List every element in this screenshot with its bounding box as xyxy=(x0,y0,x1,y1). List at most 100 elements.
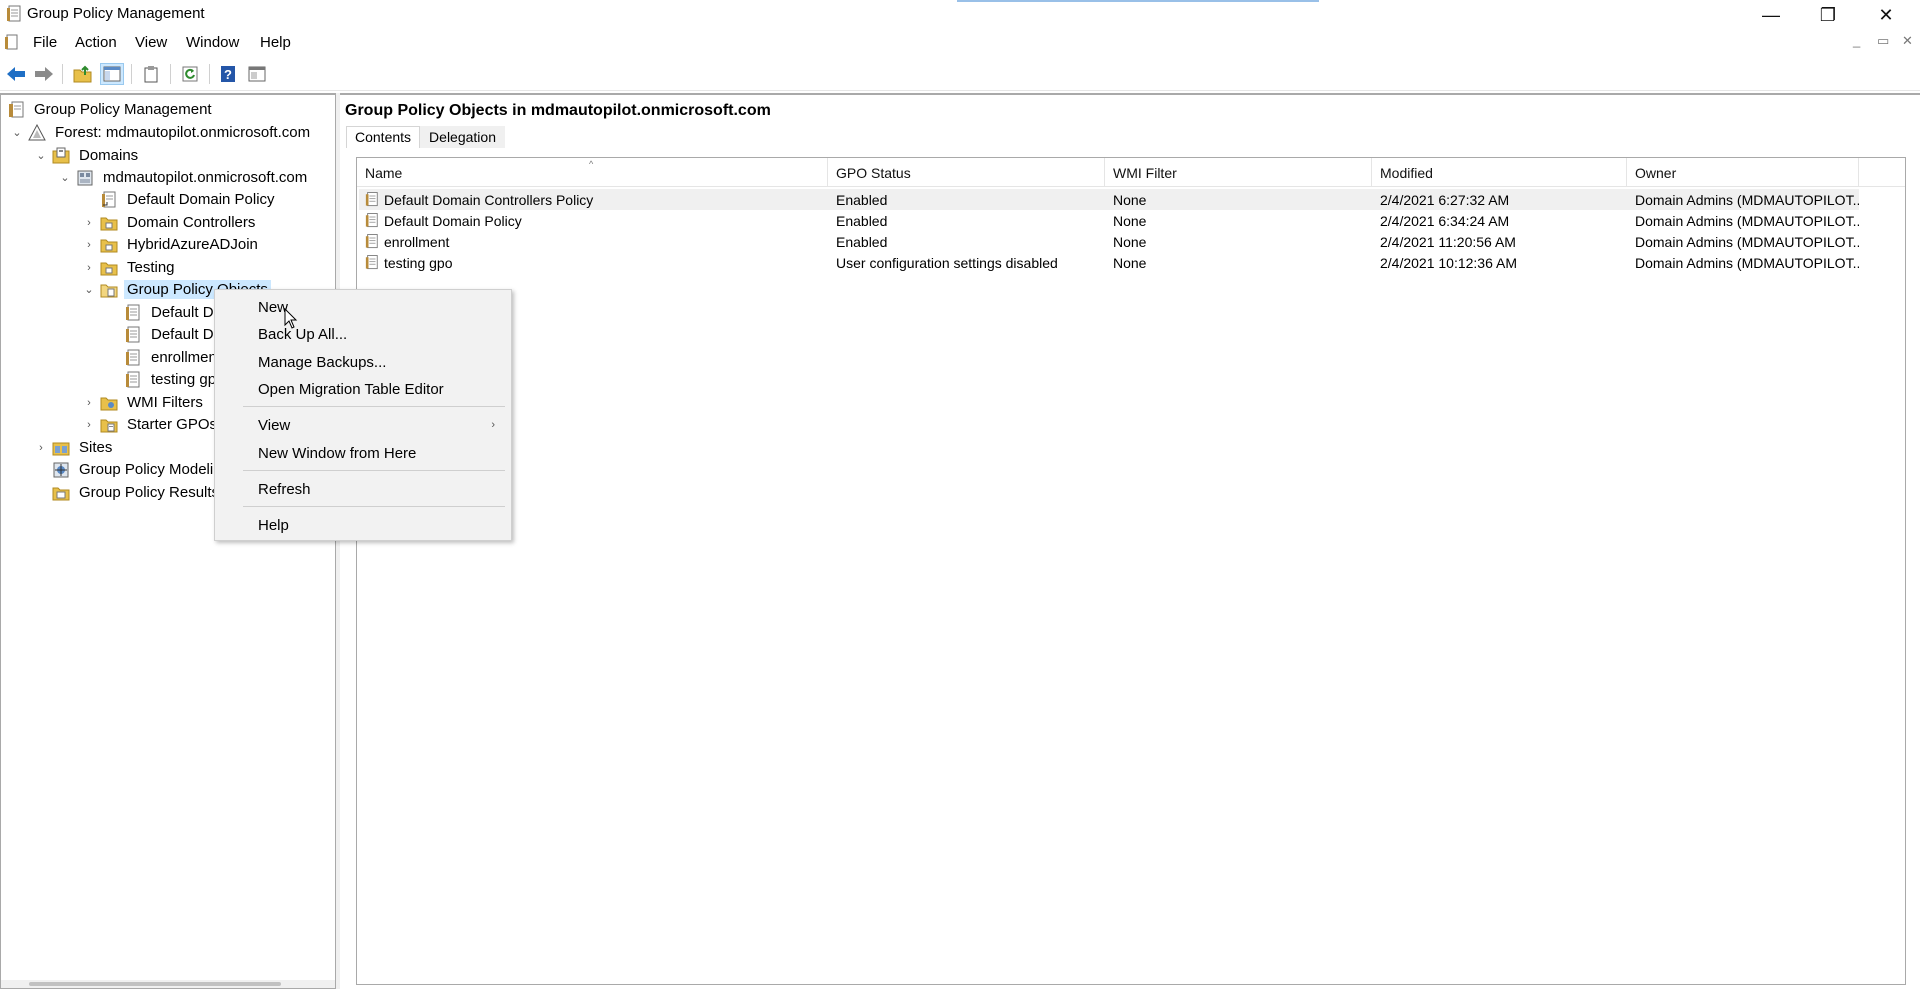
tree-item-domain-controllers[interactable]: Domain Controllers xyxy=(100,212,258,233)
context-menu-refresh[interactable]: Refresh xyxy=(215,476,511,502)
sort-ascending-icon: ^ xyxy=(589,159,594,169)
table-row[interactable]: enrollment Enabled None 2/4/2021 11:20:5… xyxy=(359,231,1859,252)
context-menu-new-window-from-here[interactable]: New Window from Here xyxy=(215,440,511,466)
context-menu-manage-backups[interactable]: Manage Backups... xyxy=(215,349,511,375)
tree-item-starter-gpos[interactable]: Starter GPOs xyxy=(100,414,220,435)
tree-label: Forest: mdmautopilot.onmicrosoft.com xyxy=(55,124,311,141)
tree-item-forest[interactable]: Forest: mdmautopilot.onmicrosoft.com xyxy=(28,122,313,143)
tree-item-gp-modeling[interactable]: Group Policy Modeling xyxy=(52,459,233,480)
context-menu-help[interactable]: Help xyxy=(215,512,511,538)
tree-horizontal-scrollbar[interactable] xyxy=(1,980,335,988)
tab-contents[interactable]: Contents xyxy=(346,126,421,148)
table-row[interactable]: testing gpo User configuration settings … xyxy=(359,252,1859,273)
mdi-minimize-button[interactable]: _ xyxy=(1853,33,1860,48)
collapse-chevron-icon[interactable]: ⌄ xyxy=(11,122,23,143)
menu-view[interactable]: View xyxy=(133,34,169,51)
tree-item-testing[interactable]: Testing xyxy=(100,257,178,278)
console-window-button[interactable] xyxy=(245,63,269,85)
tree-item-sites[interactable]: Sites xyxy=(52,437,115,458)
mdi-restore-button[interactable]: ▭ xyxy=(1877,33,1889,49)
toolbar-separator xyxy=(209,64,210,84)
tree-item-domain[interactable]: mdmautopilot.onmicrosoft.com xyxy=(76,167,310,188)
gpo-link-icon xyxy=(100,191,118,209)
expand-chevron-icon[interactable]: › xyxy=(83,392,95,413)
gpo-icon xyxy=(365,192,378,207)
mdi-close-button[interactable]: ✕ xyxy=(1902,33,1913,49)
expand-chevron-icon[interactable]: › xyxy=(83,234,95,255)
collapse-chevron-icon[interactable]: ⌄ xyxy=(83,279,95,300)
menu-bar: File Action View Window Help _ ▭ ✕ xyxy=(0,30,1920,56)
menu-file[interactable]: File xyxy=(31,34,59,51)
expand-chevron-icon[interactable]: › xyxy=(35,437,47,458)
gpo-list-view: Name ^ GPO Status WMI Filter Modified Ow… xyxy=(356,157,1906,985)
menu-action[interactable]: Action xyxy=(73,34,119,51)
tree-item-wmi-filters[interactable]: WMI Filters xyxy=(100,392,206,413)
ou-folder-icon xyxy=(100,214,118,232)
gpo-icon xyxy=(124,371,142,389)
close-button[interactable]: ✕ xyxy=(1858,0,1914,30)
tree-item-gpo[interactable]: enrollment xyxy=(124,347,224,368)
collapse-chevron-icon[interactable]: ⌄ xyxy=(59,167,71,188)
context-menu-separator xyxy=(243,406,505,407)
back-button[interactable] xyxy=(4,63,28,85)
refresh-icon xyxy=(182,66,198,82)
toolbar-separator xyxy=(170,64,171,84)
cell-modified: 2/4/2021 11:20:56 AM xyxy=(1380,233,1516,250)
tab-delegation[interactable]: Delegation xyxy=(420,126,505,148)
column-header-gpo-status[interactable]: GPO Status xyxy=(828,158,1105,187)
help-button[interactable]: ? xyxy=(216,63,240,85)
column-header-modified[interactable]: Modified xyxy=(1372,158,1627,187)
context-menu-view-label: View xyxy=(258,416,291,434)
tree-item-gpmc-root[interactable]: Group Policy Management xyxy=(7,99,215,120)
show-hide-tree-button[interactable] xyxy=(100,63,124,85)
menu-window[interactable]: Window xyxy=(184,34,241,51)
context-menu-open-migration-table-editor[interactable]: Open Migration Table Editor xyxy=(215,376,511,402)
minimize-button[interactable]: — xyxy=(1743,0,1799,30)
context-menu-new[interactable]: New xyxy=(215,294,511,320)
cell-wmi-filter: None xyxy=(1113,212,1147,229)
column-header-wmi-filter[interactable]: WMI Filter xyxy=(1105,158,1372,187)
system-menu-icon[interactable] xyxy=(4,34,19,51)
clipboard-button[interactable] xyxy=(139,63,163,85)
forward-button[interactable] xyxy=(32,63,56,85)
tree-item-default-domain-policy-link[interactable]: Default Domain Policy xyxy=(100,189,278,210)
scrollbar-thumb[interactable] xyxy=(29,982,281,986)
column-header-owner[interactable]: Owner xyxy=(1627,158,1859,187)
tree-label: mdmautopilot.onmicrosoft.com xyxy=(103,169,308,186)
tree-item-gp-results[interactable]: Group Policy Results xyxy=(52,482,222,503)
gpo-name: testing gpo xyxy=(384,254,453,271)
cell-modified: 2/4/2021 6:27:32 AM xyxy=(1380,191,1510,208)
up-level-button[interactable] xyxy=(71,63,95,85)
cell-name: Default Domain Policy xyxy=(365,210,825,231)
gpo-name: enrollment xyxy=(384,233,450,250)
back-icon xyxy=(7,67,25,81)
cell-wmi-filter: None xyxy=(1113,233,1147,250)
menu-help[interactable]: Help xyxy=(258,34,293,51)
maximize-button[interactable]: ❐ xyxy=(1800,0,1856,30)
context-menu-view[interactable]: View › xyxy=(215,412,511,438)
cell-owner: Domain Admins (MDMAUTOPILOT... xyxy=(1635,191,1859,208)
tree-item-hybrid-azure-ad-join[interactable]: HybridAzureADJoin xyxy=(100,234,261,255)
toolbar: ? xyxy=(0,57,1920,91)
show-hide-tree-icon xyxy=(103,66,121,82)
expand-chevron-icon[interactable]: › xyxy=(83,257,95,278)
gpo-name: Default Domain Policy xyxy=(384,212,522,229)
context-menu-back-up-all[interactable]: Back Up All... xyxy=(215,321,511,347)
toolbar-separator xyxy=(131,64,132,84)
tree-label: Group Policy Modeling xyxy=(79,461,230,478)
expand-chevron-icon[interactable]: › xyxy=(83,212,95,233)
refresh-button[interactable] xyxy=(178,63,202,85)
tree-item-gpo[interactable]: testing gpo xyxy=(124,369,227,390)
gpo-folder-icon xyxy=(100,281,118,299)
cell-modified: 2/4/2021 10:12:36 AM xyxy=(1380,254,1517,271)
results-icon xyxy=(52,484,70,502)
domain-icon xyxy=(76,169,94,187)
expand-chevron-icon[interactable]: › xyxy=(83,414,95,435)
table-row[interactable]: Default Domain Policy Enabled None 2/4/2… xyxy=(359,210,1859,231)
collapse-chevron-icon[interactable]: ⌄ xyxy=(35,145,47,166)
console-tree: Group Policy Management ⌄ Forest: mdmaut… xyxy=(0,93,375,989)
cell-name: enrollment xyxy=(365,231,825,252)
tree-item-domains[interactable]: Domains xyxy=(52,145,141,166)
table-row[interactable]: Default Domain Controllers Policy Enable… xyxy=(359,189,1859,210)
cell-owner: Domain Admins (MDMAUTOPILOT... xyxy=(1635,233,1859,250)
